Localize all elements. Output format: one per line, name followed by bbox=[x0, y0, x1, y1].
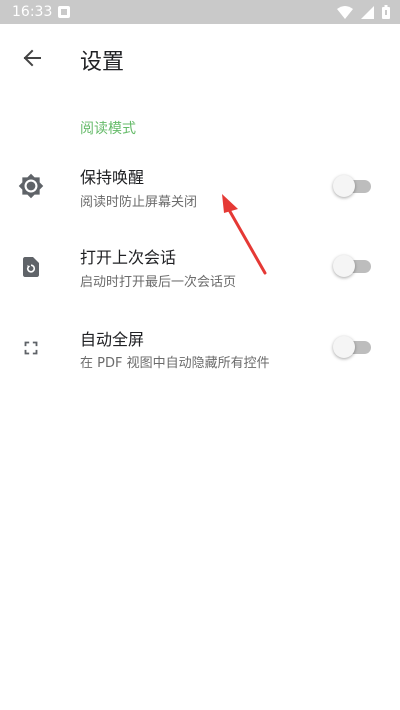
status-time: 16:33 bbox=[12, 4, 53, 20]
auto-fullscreen-toggle[interactable] bbox=[333, 334, 371, 360]
brightness-icon bbox=[18, 173, 44, 199]
toggle-thumb bbox=[333, 336, 355, 358]
red-arrow-icon bbox=[222, 194, 267, 275]
status-left: 16:33 bbox=[12, 4, 71, 20]
fullscreen-icon bbox=[18, 335, 44, 361]
status-bar: 16:33 bbox=[0, 0, 400, 24]
arrow-back-icon bbox=[23, 49, 41, 67]
battery-icon bbox=[382, 5, 390, 19]
signal-icon bbox=[361, 5, 374, 19]
setting-summary: 在 PDF 视图中自动隐藏所有控件 bbox=[80, 356, 270, 371]
toggle-thumb bbox=[333, 175, 355, 197]
setting-title: 保持唤醒 bbox=[80, 168, 145, 187]
setting-summary: 阅读时防止屏幕关闭 bbox=[80, 195, 198, 210]
setting-auto-fullscreen[interactable]: 自动全屏 在 PDF 视图中自动隐藏所有控件 bbox=[0, 307, 400, 387]
setting-title: 打开上次会话 bbox=[80, 248, 177, 267]
setting-keep-awake[interactable]: 保持唤醒 阅读时防止屏幕关闭 bbox=[0, 146, 400, 226]
app-bar: 设置 bbox=[0, 24, 400, 92]
notification-icon bbox=[58, 6, 71, 18]
wifi-icon bbox=[337, 5, 353, 19]
status-right bbox=[337, 5, 390, 19]
back-button[interactable] bbox=[12, 38, 52, 78]
open-last-session-toggle[interactable] bbox=[333, 253, 371, 279]
toggle-thumb bbox=[333, 255, 355, 277]
keep-awake-toggle[interactable] bbox=[333, 173, 371, 199]
setting-open-last-session[interactable]: 打开上次会话 启动时打开最后一次会话页 bbox=[0, 226, 400, 306]
restore-page-icon bbox=[18, 254, 44, 280]
page-title: 设置 bbox=[80, 50, 125, 75]
section-header-reading-mode: 阅读模式 bbox=[80, 121, 136, 137]
setting-title: 自动全屏 bbox=[80, 330, 145, 349]
